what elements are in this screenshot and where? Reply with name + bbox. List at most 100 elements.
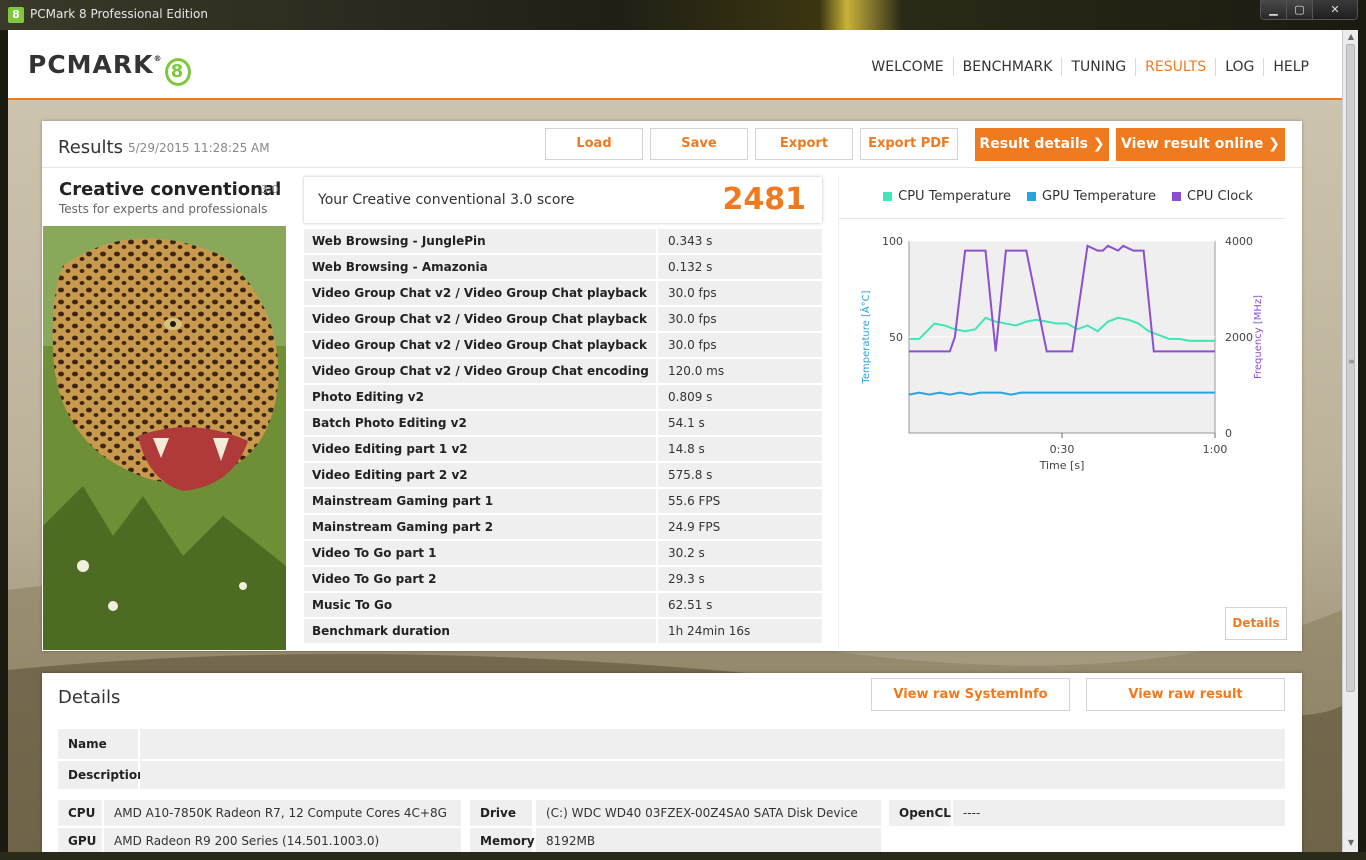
row-value: 120.0 ms	[658, 359, 822, 383]
results-title: Results	[58, 137, 123, 158]
table-row: Video Editing part 1 v2 14.8 s	[304, 437, 822, 461]
benchmark-leopard-image	[43, 226, 286, 650]
opencl-value: ----	[953, 800, 1285, 826]
window-bottom-edge	[0, 852, 1366, 860]
maximize-button[interactable]: ▢	[1287, 0, 1313, 19]
results-panel: Results 5/29/2015 11:28:25 AM Load Save …	[42, 121, 1302, 651]
row-value: 0.132 s	[658, 255, 822, 279]
row-value: 30.2 s	[658, 541, 822, 565]
table-row: Video Editing part 2 v2 575.8 s	[304, 463, 822, 487]
x-axis-label: Time [s]	[1039, 459, 1085, 472]
row-name: Web Browsing - Amazonia	[304, 255, 656, 279]
row-value: 62.51 s	[658, 593, 822, 617]
row-value: 30.0 fps	[658, 281, 822, 305]
row-value: 0.343 s	[658, 229, 822, 253]
gpu-label: GPU	[58, 828, 102, 852]
y-left-tick-label: 50	[889, 331, 903, 344]
row-name: Photo Editing v2	[304, 385, 656, 409]
close-button[interactable]: ✕	[1313, 0, 1357, 19]
legend-label: GPU Temperature	[1042, 189, 1156, 204]
vertical-scrollbar[interactable]: ▲ ≡ ▼	[1342, 30, 1358, 852]
score-label: Your Creative conventional 3.0 score	[318, 192, 575, 208]
table-row: Video Group Chat v2 / Video Group Chat p…	[304, 333, 822, 376]
row-value: 0.809 s	[658, 385, 822, 409]
row-name: Video Group Chat v2 / Video Group Chat e…	[304, 359, 656, 402]
cpu-value: AMD A10-7850K Radeon R7, 12 Compute Core…	[104, 800, 461, 826]
row-name: Video Group Chat v2 / Video Group Chat p…	[304, 307, 656, 350]
view-raw-result-button[interactable]: View raw result	[1086, 678, 1285, 711]
scrollbar-thumb[interactable]: ≡	[1346, 44, 1355, 692]
benchmark-name: Creative conventional	[59, 179, 282, 200]
nav-results[interactable]: RESULTS	[1135, 58, 1215, 76]
memory-value: 8192MB	[536, 828, 881, 852]
nav-tuning[interactable]: TUNING	[1061, 58, 1135, 76]
details-button[interactable]: Details	[1225, 607, 1287, 640]
view-raw-systeminfo-button[interactable]: View raw SystemInfo	[871, 678, 1070, 711]
row-name: Benchmark duration	[304, 619, 656, 643]
row-value: 29.3 s	[658, 567, 822, 591]
monitoring-chart-area: CPU Temperature GPU Temperature CPU Cloc…	[838, 177, 1296, 647]
legend-swatch	[1171, 192, 1181, 201]
nav-log[interactable]: LOG	[1215, 58, 1263, 76]
table-row: Web Browsing - Amazonia 0.132 s	[304, 255, 822, 279]
row-value: 30.0 fps	[658, 333, 822, 357]
name-label: Name	[58, 729, 138, 759]
legend-swatch	[883, 192, 893, 201]
logo-8-icon: 8	[164, 58, 191, 86]
row-name: Video Editing part 1 v2	[304, 437, 656, 461]
save-button[interactable]: Save	[650, 128, 748, 160]
results-table: Web Browsing - JunglePin 0.343 s Web Brow…	[304, 229, 822, 645]
divider	[42, 167, 1302, 168]
benchmark-version: 3.0	[261, 183, 279, 196]
divider	[839, 218, 1285, 219]
y-right-axis-label: Frequency [MHz]	[1253, 295, 1264, 379]
chart-legend: CPU Temperature GPU Temperature CPU Cloc…	[839, 189, 1297, 204]
app-header: PCMARK®8 WELCOME BENCHMARK TUNING RESULT…	[8, 30, 1342, 100]
view-result-online-button[interactable]: View result online ❯	[1116, 128, 1285, 161]
cpu-label: CPU	[58, 800, 102, 826]
memory-label: Memory	[470, 828, 535, 852]
legend-swatch	[1027, 192, 1037, 201]
legend-item: CPU Clock	[1171, 189, 1253, 204]
row-name: Mainstream Gaming part 1	[304, 489, 656, 513]
table-row: Video To Go part 1 30.2 s	[304, 541, 822, 565]
nav-help[interactable]: HELP	[1263, 58, 1318, 76]
grip-icon: ≡	[1348, 357, 1355, 366]
legend-label: CPU Temperature	[898, 189, 1012, 204]
row-name: Video To Go part 1	[304, 541, 656, 565]
scroll-down-icon[interactable]: ▼	[1343, 838, 1359, 847]
drive-label: Drive	[470, 800, 532, 826]
nav-benchmark[interactable]: BENCHMARK	[952, 58, 1062, 76]
row-value: 24.9 FPS	[658, 515, 822, 539]
details-panel: Details View raw SystemInfo View raw res…	[42, 673, 1302, 852]
y-right-tick-label: 2000	[1225, 331, 1253, 344]
load-button[interactable]: Load	[545, 128, 643, 160]
window-controls: ▁ ▢ ✕	[1260, 0, 1358, 20]
results-date: 5/29/2015 11:28:25 AM	[128, 141, 270, 155]
nav-welcome[interactable]: WELCOME	[862, 58, 952, 76]
gpu-value: AMD Radeon R9 200 Series (14.501.1003.0)	[104, 828, 461, 852]
row-name: Video Group Chat v2 / Video Group Chat p…	[304, 281, 656, 324]
details-title: Details	[58, 687, 121, 708]
row-value: 1h 24min 16s	[658, 619, 822, 643]
row-value: 575.8 s	[658, 463, 822, 487]
export-pdf-button[interactable]: Export PDF	[860, 128, 958, 160]
row-value: 14.8 s	[658, 437, 822, 461]
row-value: 54.1 s	[658, 411, 822, 435]
description-label: Description	[58, 761, 146, 789]
pcmark-logo: PCMARK®8	[28, 50, 191, 86]
chevron-right-icon: ❯	[1092, 136, 1105, 152]
y-right-tick-label: 0	[1225, 427, 1232, 440]
score-box: Your Creative conventional 3.0 score 248…	[304, 177, 822, 223]
x-tick-label: 1:00	[1203, 443, 1228, 456]
x-tick-label: 0:30	[1050, 443, 1075, 456]
window-titlebar: 8 PCMark 8 Professional Edition ▁ ▢ ✕	[0, 0, 1366, 30]
legend-item: CPU Temperature	[883, 189, 1011, 204]
export-button[interactable]: Export	[755, 128, 853, 160]
row-name: Batch Photo Editing v2	[304, 411, 656, 435]
benchmark-subtitle: Tests for experts and professionals	[59, 202, 268, 216]
minimize-button[interactable]: ▁	[1261, 0, 1287, 19]
result-details-button[interactable]: Result details ❯	[975, 128, 1109, 161]
scroll-up-icon[interactable]: ▲	[1343, 32, 1359, 41]
table-row: Web Browsing - JunglePin 0.343 s	[304, 229, 822, 253]
